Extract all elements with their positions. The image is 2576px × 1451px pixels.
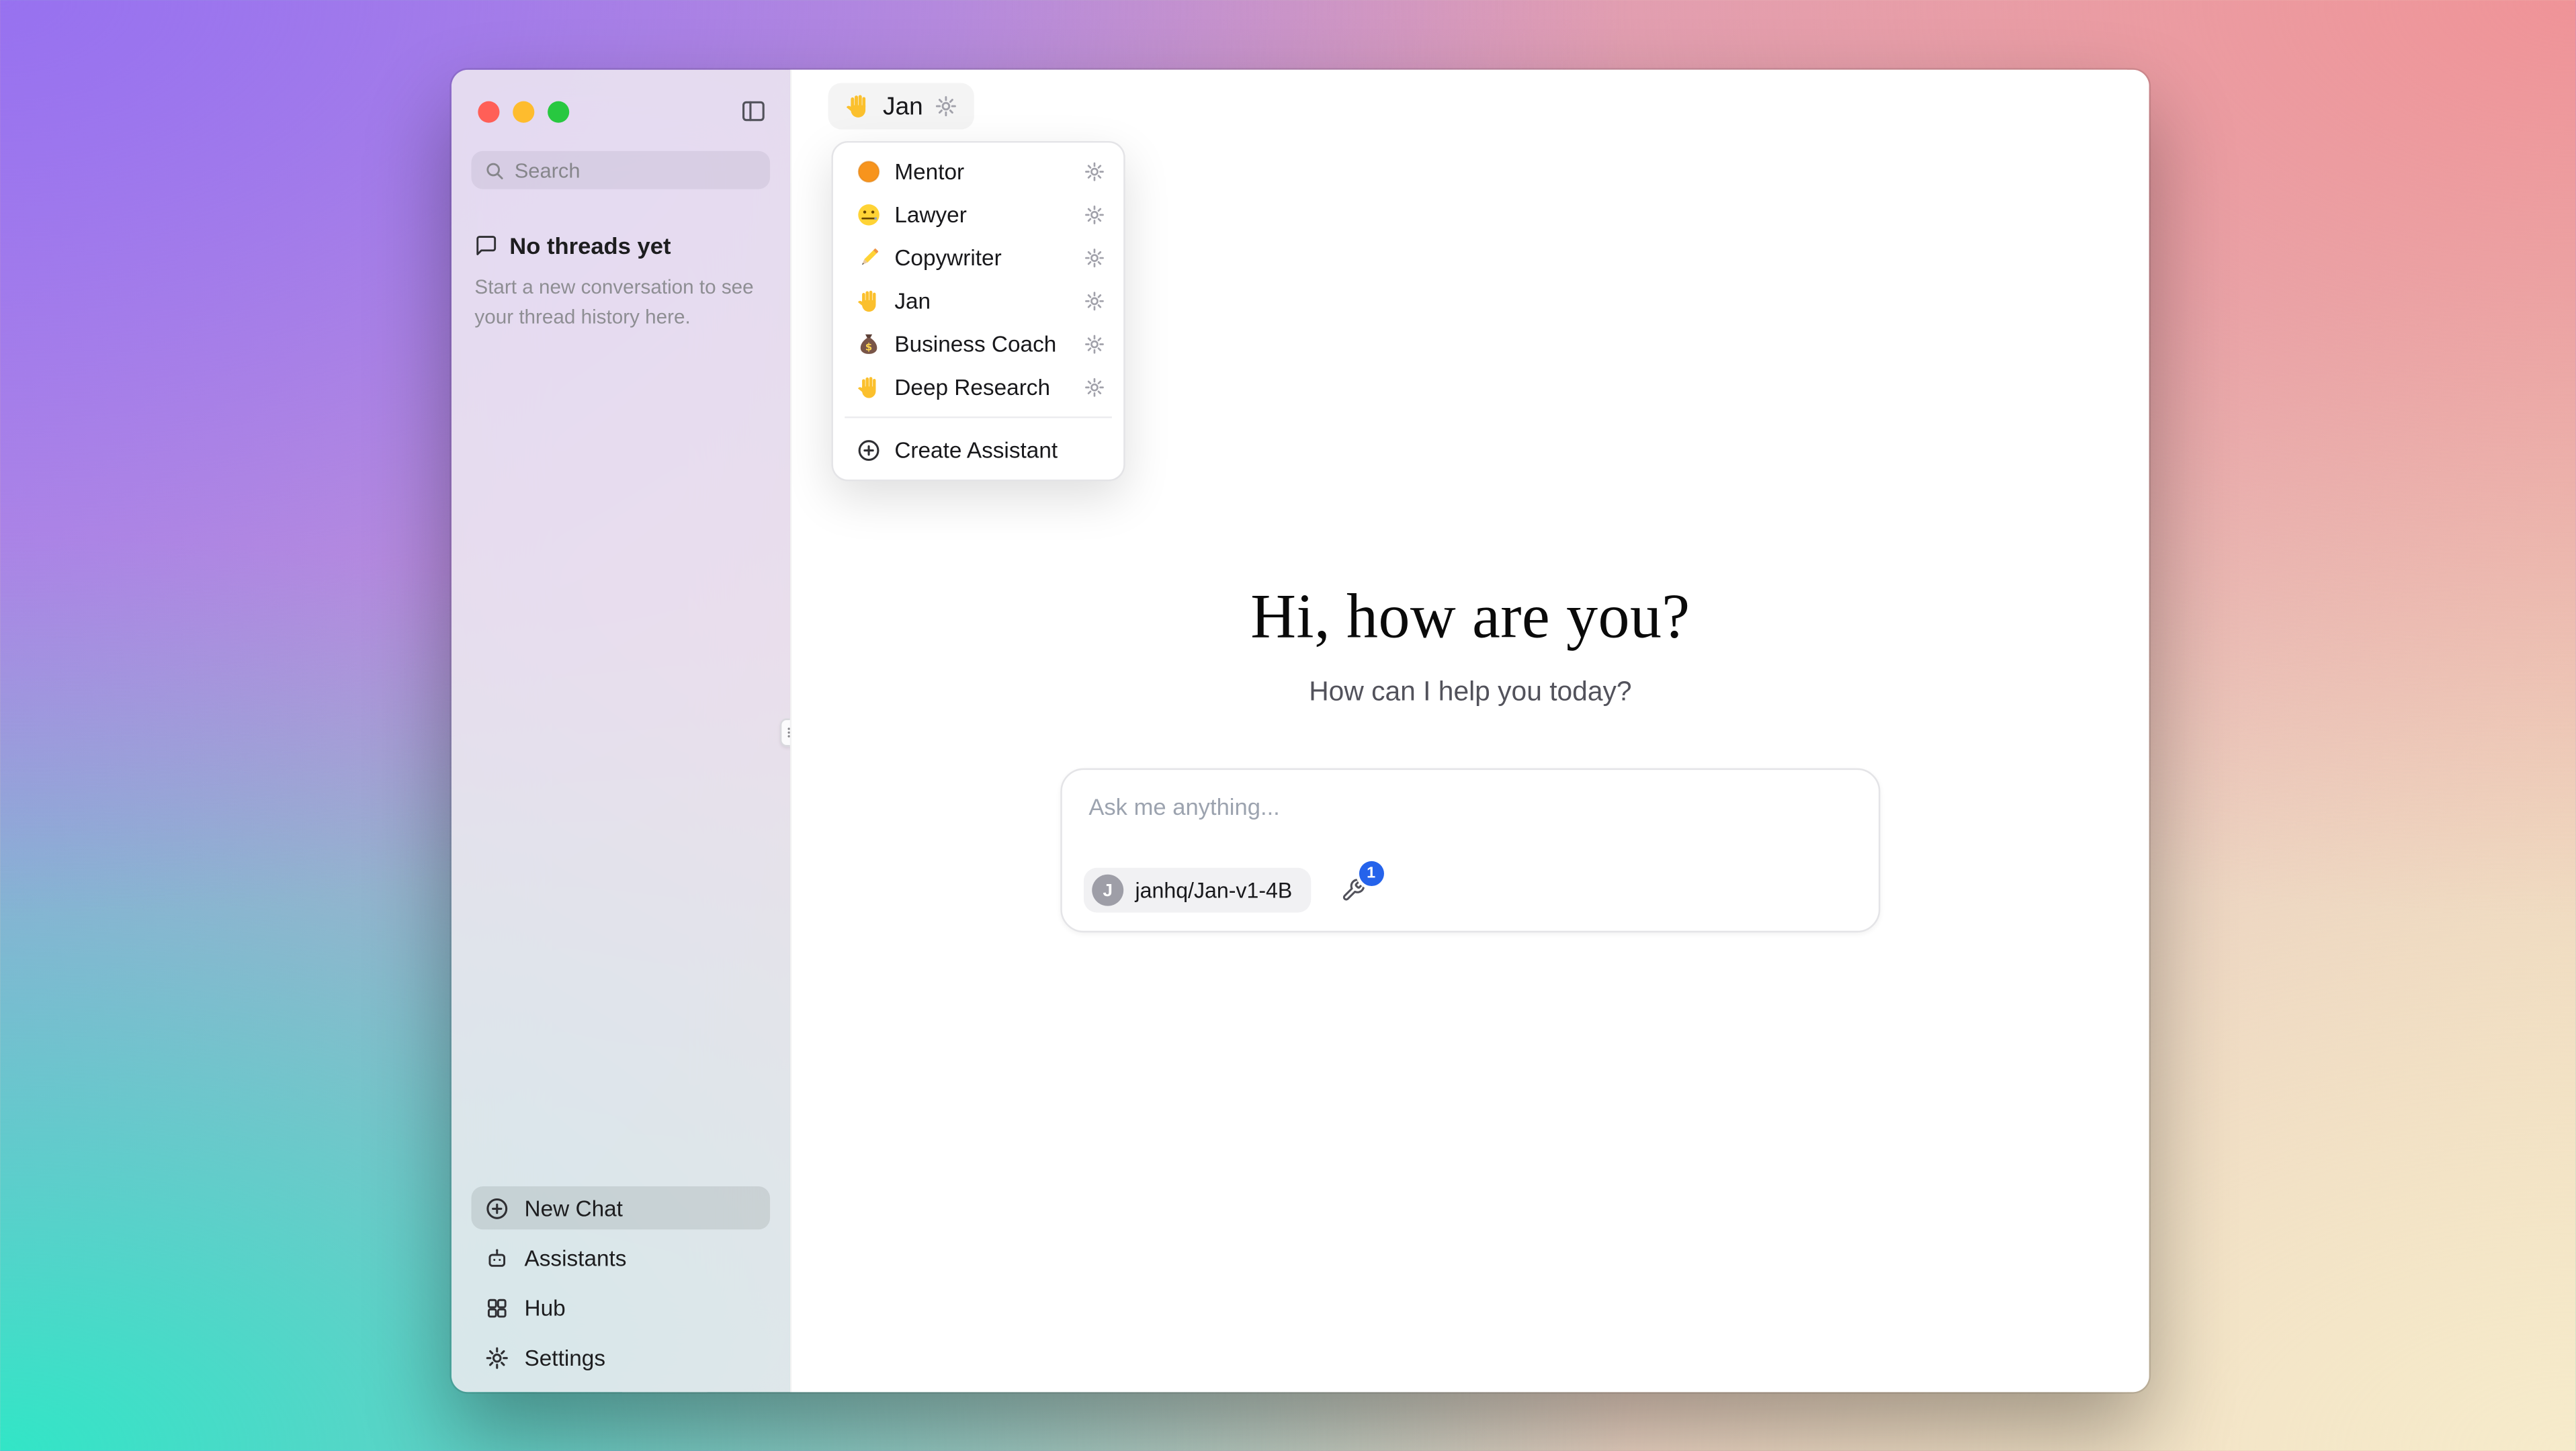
money-bag-emoji: $ [857,331,882,356]
sidebar: No threads yet Start a new conversation … [452,70,790,1393]
composer-toolbar: J janhq/Jan-v1-4B 1 [1084,868,1369,913]
tools-count-badge: 1 [1359,861,1383,886]
menu-item-label: Business Coach [894,331,1067,356]
zoom-button[interactable] [548,100,569,122]
assistant-settings-button[interactable] [1080,200,1109,228]
assistant-settings-button[interactable] [1080,157,1109,185]
greeting-subtitle: How can I help you today? [791,677,2149,709]
menu-item-mentor[interactable]: Mentor [841,149,1115,192]
window-controls [471,100,569,122]
menu-divider [845,416,1112,418]
menu-item-label: Deep Research [894,374,1067,399]
sidebar-item-hub[interactable]: Hub [471,1286,770,1329]
gear-icon [1084,247,1105,268]
gear-icon [1084,204,1105,225]
menu-item-business-coach[interactable]: $ Business Coach [841,322,1115,365]
menu-item-label: Create Assistant [894,437,1109,462]
waving-hand-emoji [845,93,871,120]
model-avatar: J [1092,875,1123,906]
menu-item-lawyer[interactable]: Lawyer [841,193,1115,236]
menu-item-label: Lawyer [894,202,1067,226]
assistant-selector-button[interactable]: Jan [828,83,975,130]
svg-text:$: $ [865,340,872,352]
zipper-face-emoji [857,202,882,226]
toggle-sidebar-button[interactable] [737,95,770,128]
assistant-name: Jan [883,92,923,120]
nav-label: Assistants [525,1245,757,1270]
nav-label: New Chat [525,1196,757,1221]
orange-circle-emoji [857,159,882,183]
bot-icon [484,1245,509,1270]
composer-input[interactable] [1062,770,1879,856]
nav-label: Settings [525,1345,757,1370]
sidebar-item-settings[interactable]: Settings [471,1335,770,1378]
menu-item-jan[interactable]: Jan [841,279,1115,322]
pencil-emoji [857,245,882,269]
app-window: No threads yet Start a new conversation … [452,70,2149,1393]
model-name: janhq/Jan-v1-4B [1135,878,1292,903]
message-square-icon [474,234,498,257]
sidebar-nav: New Chat Assistants Hub Settings [471,1186,770,1379]
sidebar-item-assistants[interactable]: Assistants [471,1236,770,1279]
sidebar-item-new-chat[interactable]: New Chat [471,1186,770,1229]
greeting-title: Hi, how are you? [791,581,2149,654]
gear-icon [484,1345,509,1370]
sidebar-topbar [471,89,770,132]
gear-icon [1084,160,1105,181]
minimize-button[interactable] [513,100,534,122]
search-box[interactable] [471,151,770,189]
menu-item-deep-research[interactable]: Deep Research [841,365,1115,408]
search-input[interactable] [515,159,757,182]
gear-icon [1084,376,1105,397]
waving-hand-emoji [857,374,882,399]
empty-state-description: Start a new conversation to see your thr… [474,272,767,332]
main-panel: Jan Mentor Lawyer [790,70,2149,1393]
menu-item-label: Mentor [894,159,1067,183]
plus-circle-icon [857,437,882,462]
gear-icon[interactable] [935,95,958,118]
create-assistant-item[interactable]: Create Assistant [841,427,1115,473]
assistant-settings-button[interactable] [1080,329,1109,357]
grid-icon [484,1295,509,1320]
close-button[interactable] [478,100,499,122]
menu-item-label: Copywriter [894,245,1067,269]
model-selector[interactable]: J janhq/Jan-v1-4B [1084,868,1311,913]
assistant-menu: Mentor Lawyer Copywriter [831,141,1125,481]
menu-item-copywriter[interactable]: Copywriter [841,236,1115,279]
desktop-background: No threads yet Start a new conversation … [0,0,2575,1451]
composer: J janhq/Jan-v1-4B 1 [1060,768,1880,933]
search-icon [484,160,505,180]
gear-icon [1084,290,1105,311]
nav-label: Hub [525,1295,757,1320]
assistant-settings-button[interactable] [1080,286,1109,314]
waving-hand-emoji [857,288,882,313]
assistant-settings-button[interactable] [1080,373,1109,401]
tools-button[interactable]: 1 [1337,875,1369,906]
empty-state-header: No threads yet [474,229,767,262]
gear-icon [1084,333,1105,354]
menu-item-label: Jan [894,288,1067,313]
greeting: Hi, how are you? How can I help you toda… [791,581,2149,709]
plus-circle-icon [484,1196,509,1221]
assistant-settings-button[interactable] [1080,243,1109,271]
main-header: Jan [791,70,2149,143]
threads-empty-state: No threads yet Start a new conversation … [471,229,770,332]
panel-left-icon [740,98,767,125]
empty-state-title: No threads yet [509,232,671,259]
